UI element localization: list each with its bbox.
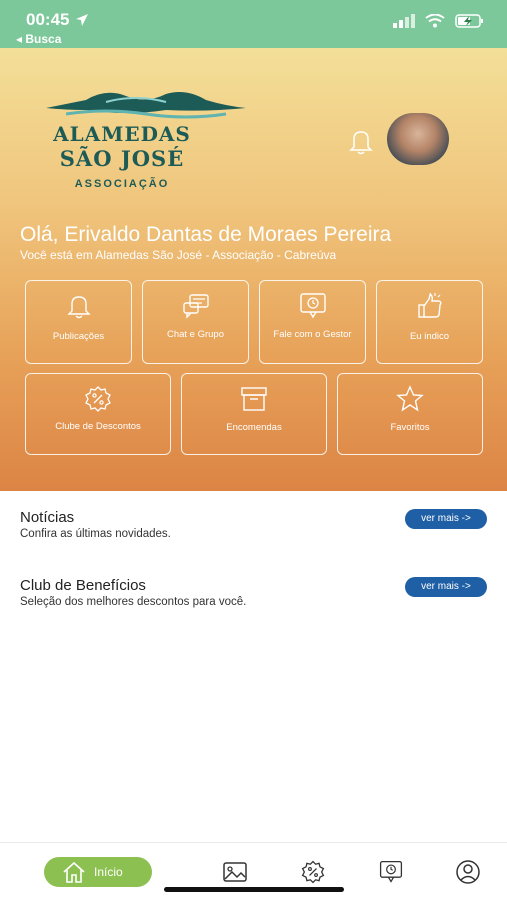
news-section: Notícias Confira as últimas novidades. v… <box>20 509 487 540</box>
battery-charging-icon <box>455 14 483 28</box>
clock-chat-icon <box>299 293 326 319</box>
section-subtitle: Confira as últimas novidades. <box>20 528 171 540</box>
tile-label: Encomendas <box>226 422 282 433</box>
tab-home[interactable]: Início <box>44 857 152 887</box>
user-icon[interactable] <box>455 859 481 885</box>
thumbs-up-icon <box>417 292 441 318</box>
discount-badge-icon[interactable] <box>300 859 326 885</box>
home-icon <box>63 861 85 883</box>
user-avatar[interactable] <box>387 113 449 165</box>
tile-clube-de-descontos[interactable]: Clube de Descontos <box>25 373 171 455</box>
location-arrow-icon <box>76 14 89 26</box>
discount-badge-icon <box>85 386 111 412</box>
image-icon[interactable] <box>222 859 248 885</box>
tile-label: Fale com o Gestor <box>273 329 352 340</box>
status-bar: 00:45 ◂ Busca <box>0 0 507 48</box>
tile-chat-e-grupo[interactable]: Chat e Grupo <box>142 280 249 364</box>
signal-icon <box>393 14 415 28</box>
tile-publicacoes[interactable]: Publicações <box>25 280 132 364</box>
clock-chat-icon[interactable] <box>378 859 404 885</box>
home-indicator <box>164 887 344 892</box>
bell-icon <box>66 296 91 319</box>
tile-label: Favoritos <box>390 422 430 433</box>
logo-waves-icon <box>46 92 246 119</box>
logo-text-line2: SÃO JOSÉ <box>59 146 185 171</box>
status-time: 00:45 <box>26 10 89 30</box>
tile-fale-com-o-gestor[interactable]: Fale com o Gestor <box>259 280 366 364</box>
tile-label: Eu indico <box>409 331 450 342</box>
tile-label: Publicações <box>52 331 105 342</box>
tile-encomendas[interactable]: Encomendas <box>181 373 327 455</box>
greeting-text: Olá, Erivaldo Dantas de Moraes Pereira <box>20 223 392 246</box>
logo-text-line3: ASSOCIAÇÃO <box>74 178 170 190</box>
tile-label: Chat e Grupo <box>166 329 225 340</box>
logo-text-line1: ALAMEDAS <box>53 122 191 146</box>
tile-favoritos[interactable]: Favoritos <box>337 373 483 455</box>
back-to-search-link[interactable]: ◂ Busca <box>16 32 61 46</box>
notifications-bell-icon[interactable] <box>346 126 376 156</box>
tab-home-label: Início <box>94 865 123 879</box>
benefits-see-more-button[interactable]: ver mais -> <box>405 577 487 597</box>
location-text: Você está em Alamedas São José - Associa… <box>20 248 337 262</box>
benefits-section: Club de Benefícios Seleção dos melhores … <box>20 577 487 608</box>
news-see-more-button[interactable]: ver mais -> <box>405 509 487 529</box>
tile-label: Clube de Descontos <box>55 421 141 432</box>
status-icons <box>393 14 485 28</box>
package-icon <box>241 387 267 411</box>
hero-section: ALAMEDAS SÃO JOSÉ ASSOCIAÇÃO Olá, Erival… <box>0 48 507 491</box>
wifi-icon <box>425 14 445 28</box>
status-time-text: 00:45 <box>26 10 70 29</box>
star-icon <box>396 385 424 412</box>
tile-eu-indico[interactable]: Eu indico <box>376 280 483 364</box>
section-subtitle: Seleção dos melhores descontos para você… <box>20 596 247 608</box>
chat-icon <box>182 294 209 319</box>
